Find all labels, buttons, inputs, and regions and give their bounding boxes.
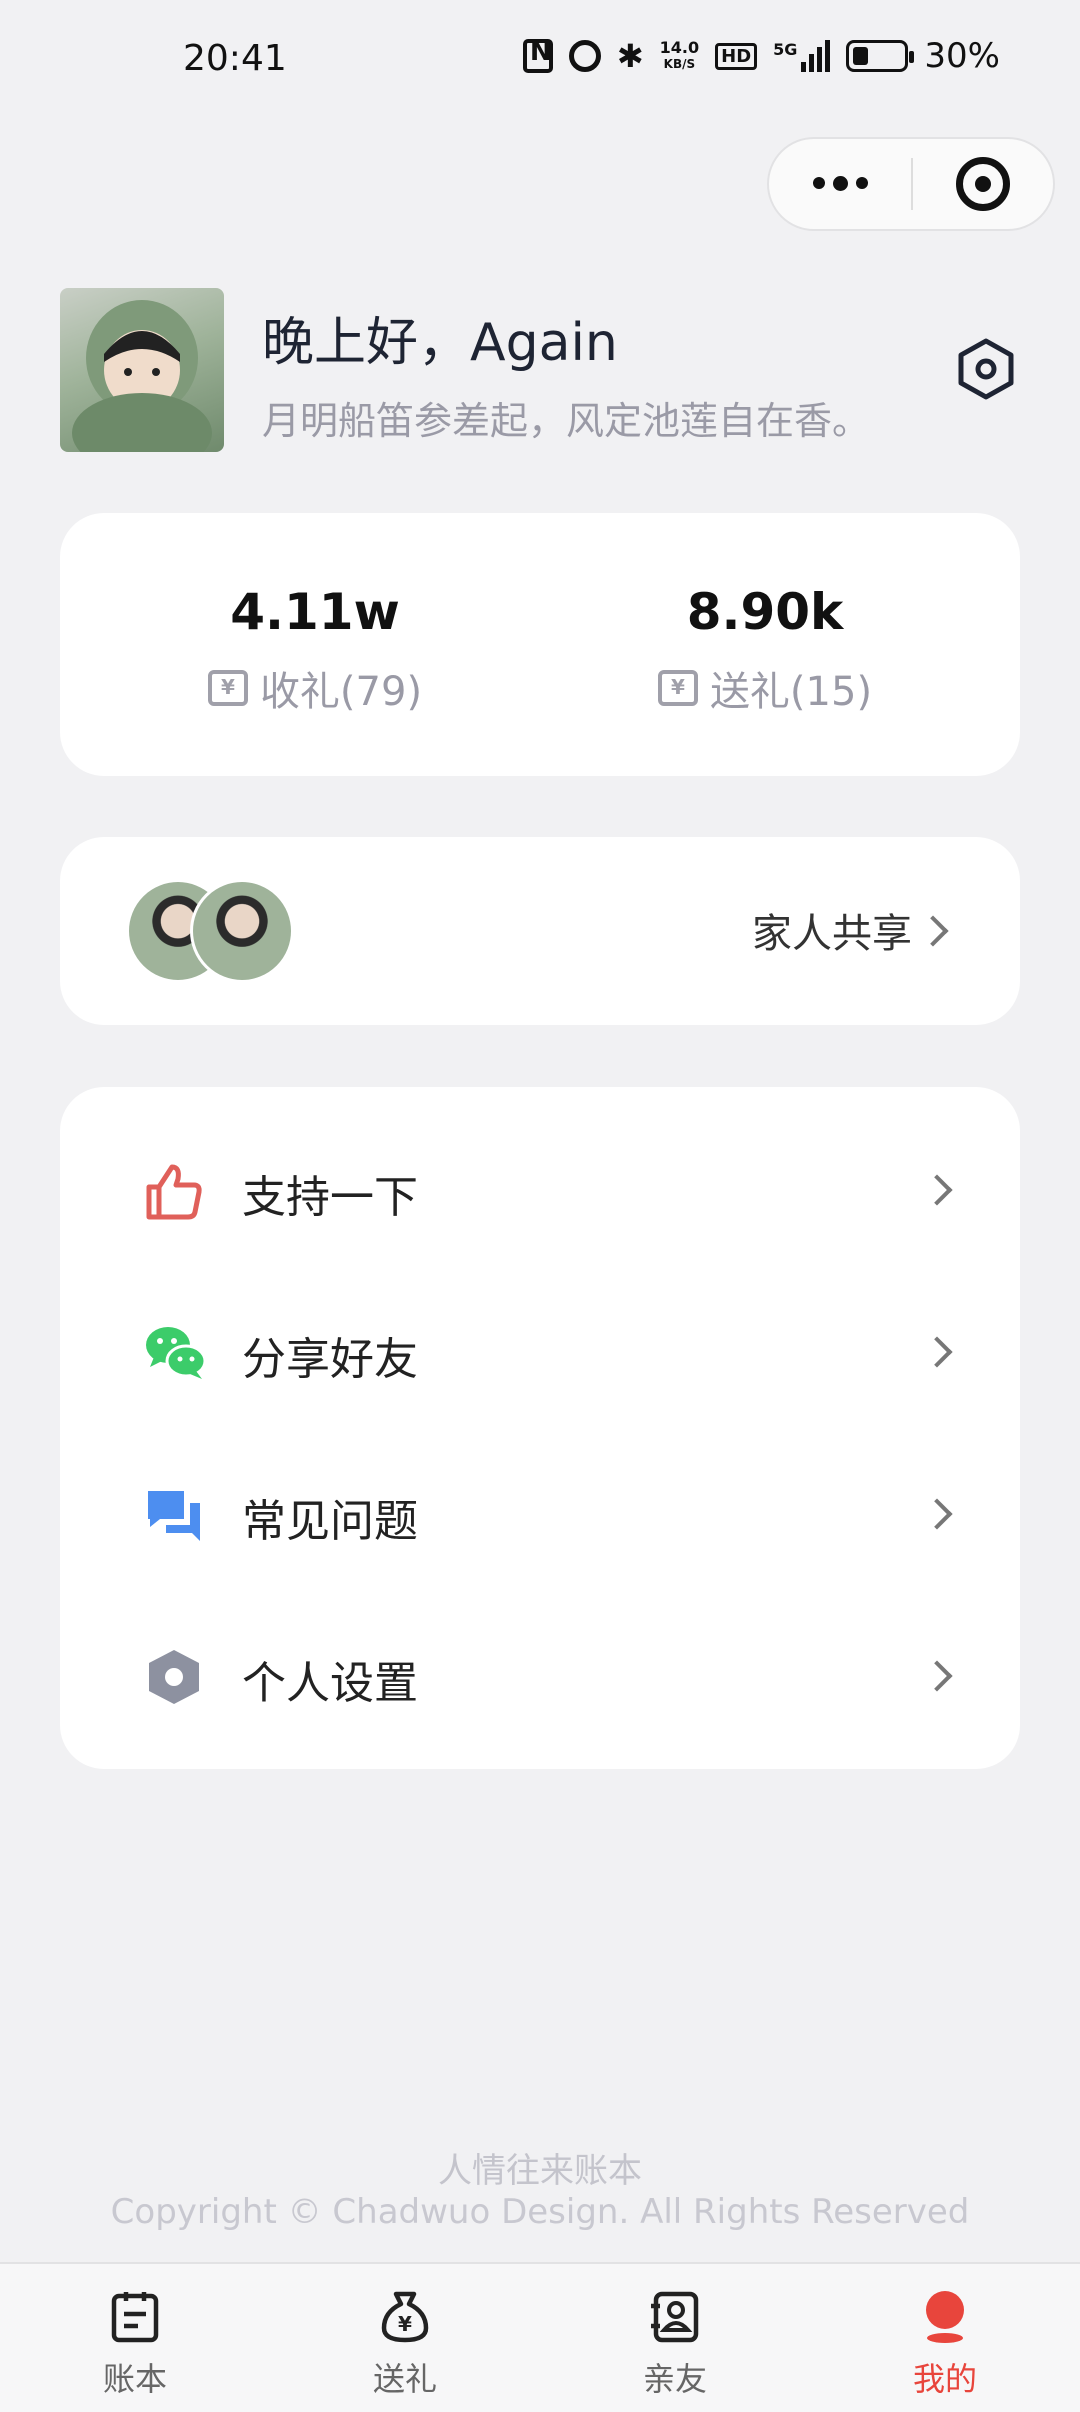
stats-card: 4.11w ¥ 收礼(79) 8.90k ¥ 送礼(15)	[60, 513, 1020, 776]
tab-contacts[interactable]: 亲友	[540, 2264, 810, 2412]
chevron-right-icon	[921, 1174, 953, 1206]
tab-profile[interactable]: 我的	[810, 2264, 1080, 2412]
menu-label: 支持一下	[242, 1172, 418, 1223]
tab-label: 亲友	[642, 2360, 707, 2398]
capsule-menu	[767, 137, 1055, 231]
menu-item-faq[interactable]: 常见问题	[60, 1433, 1020, 1595]
contacts-icon	[648, 2290, 702, 2344]
greeting: 晚上好，Again	[262, 313, 618, 373]
sent-stat[interactable]: 8.90k ¥ 送礼(15)	[565, 583, 965, 717]
svg-text:¥: ¥	[398, 2312, 412, 2336]
family-share-label: 家人共享	[752, 911, 912, 957]
hd-icon: HD	[715, 42, 758, 70]
sent-value: 8.90k	[686, 583, 844, 641]
tab-label: 账本	[102, 2360, 167, 2398]
menu-item-support[interactable]: 支持一下	[60, 1109, 1020, 1271]
signal-icon: 5G	[773, 40, 831, 72]
send-money-icon: ¥	[657, 670, 698, 706]
family-member-avatar	[190, 879, 294, 983]
avatar[interactable]	[60, 288, 224, 452]
battery-percent: 30%	[924, 36, 1000, 76]
status-icons: ✱ 14.0 KB/S HD 5G 30%	[522, 36, 1000, 76]
target-icon	[955, 157, 1010, 211]
receive-money-icon: ¥	[207, 670, 248, 706]
network-speed: 14.0 KB/S	[659, 38, 700, 72]
tab-label: 送礼	[372, 2360, 437, 2398]
menu-label: 个人设置	[242, 1658, 418, 1709]
menu-label: 常见问题	[242, 1496, 418, 1547]
more-options-button[interactable]	[769, 176, 911, 191]
nfc-icon	[522, 37, 553, 73]
received-stat[interactable]: 4.11w ¥ 收礼(79)	[115, 583, 515, 717]
money-bag-icon: ¥	[378, 2290, 432, 2344]
footer-copyright: Copyright © Chadwuo Design. All Rights R…	[110, 2192, 970, 2232]
status-time: 20:41	[183, 38, 287, 79]
menu-card: 支持一下 分享好友 常见问题 个人设置	[60, 1087, 1020, 1769]
hexagon-nut-icon	[144, 1647, 204, 1707]
sent-label: 送礼(15)	[709, 669, 873, 715]
ledger-icon	[108, 2290, 162, 2344]
profile-icon	[918, 2290, 972, 2344]
footer-app-name: 人情往来账本	[438, 2151, 642, 2191]
bottom-tab-bar: 账本 ¥ 送礼 亲友 我的	[0, 2262, 1080, 2412]
menu-label: 分享好友	[242, 1334, 418, 1385]
chat-bubbles-icon	[144, 1485, 204, 1545]
tab-gift[interactable]: ¥ 送礼	[270, 2264, 540, 2412]
close-miniprogram-button[interactable]	[913, 157, 1053, 211]
tab-ledger[interactable]: 账本	[0, 2264, 270, 2412]
settings-hexagon-icon[interactable]	[958, 338, 1014, 404]
family-share-card[interactable]: 家人共享	[60, 837, 1020, 1025]
chevron-right-icon	[921, 1336, 953, 1368]
chevron-right-icon	[921, 1498, 953, 1530]
menu-item-settings[interactable]: 个人设置	[60, 1595, 1020, 1757]
bluetooth-icon: ✱	[616, 37, 644, 75]
battery-icon	[846, 40, 915, 72]
tab-label: 我的	[912, 2360, 977, 2398]
thumbs-up-icon	[144, 1161, 204, 1221]
wechat-icon	[144, 1323, 207, 1383]
received-label: 收礼(79)	[259, 669, 423, 715]
received-value: 4.11w	[230, 583, 400, 641]
alarm-icon	[568, 40, 601, 72]
chevron-right-icon	[921, 1660, 953, 1692]
menu-item-share[interactable]: 分享好友	[60, 1271, 1020, 1433]
poem-text: 月明船笛参差起，风定池莲自在香。	[262, 399, 871, 443]
chevron-right-icon	[917, 915, 949, 947]
